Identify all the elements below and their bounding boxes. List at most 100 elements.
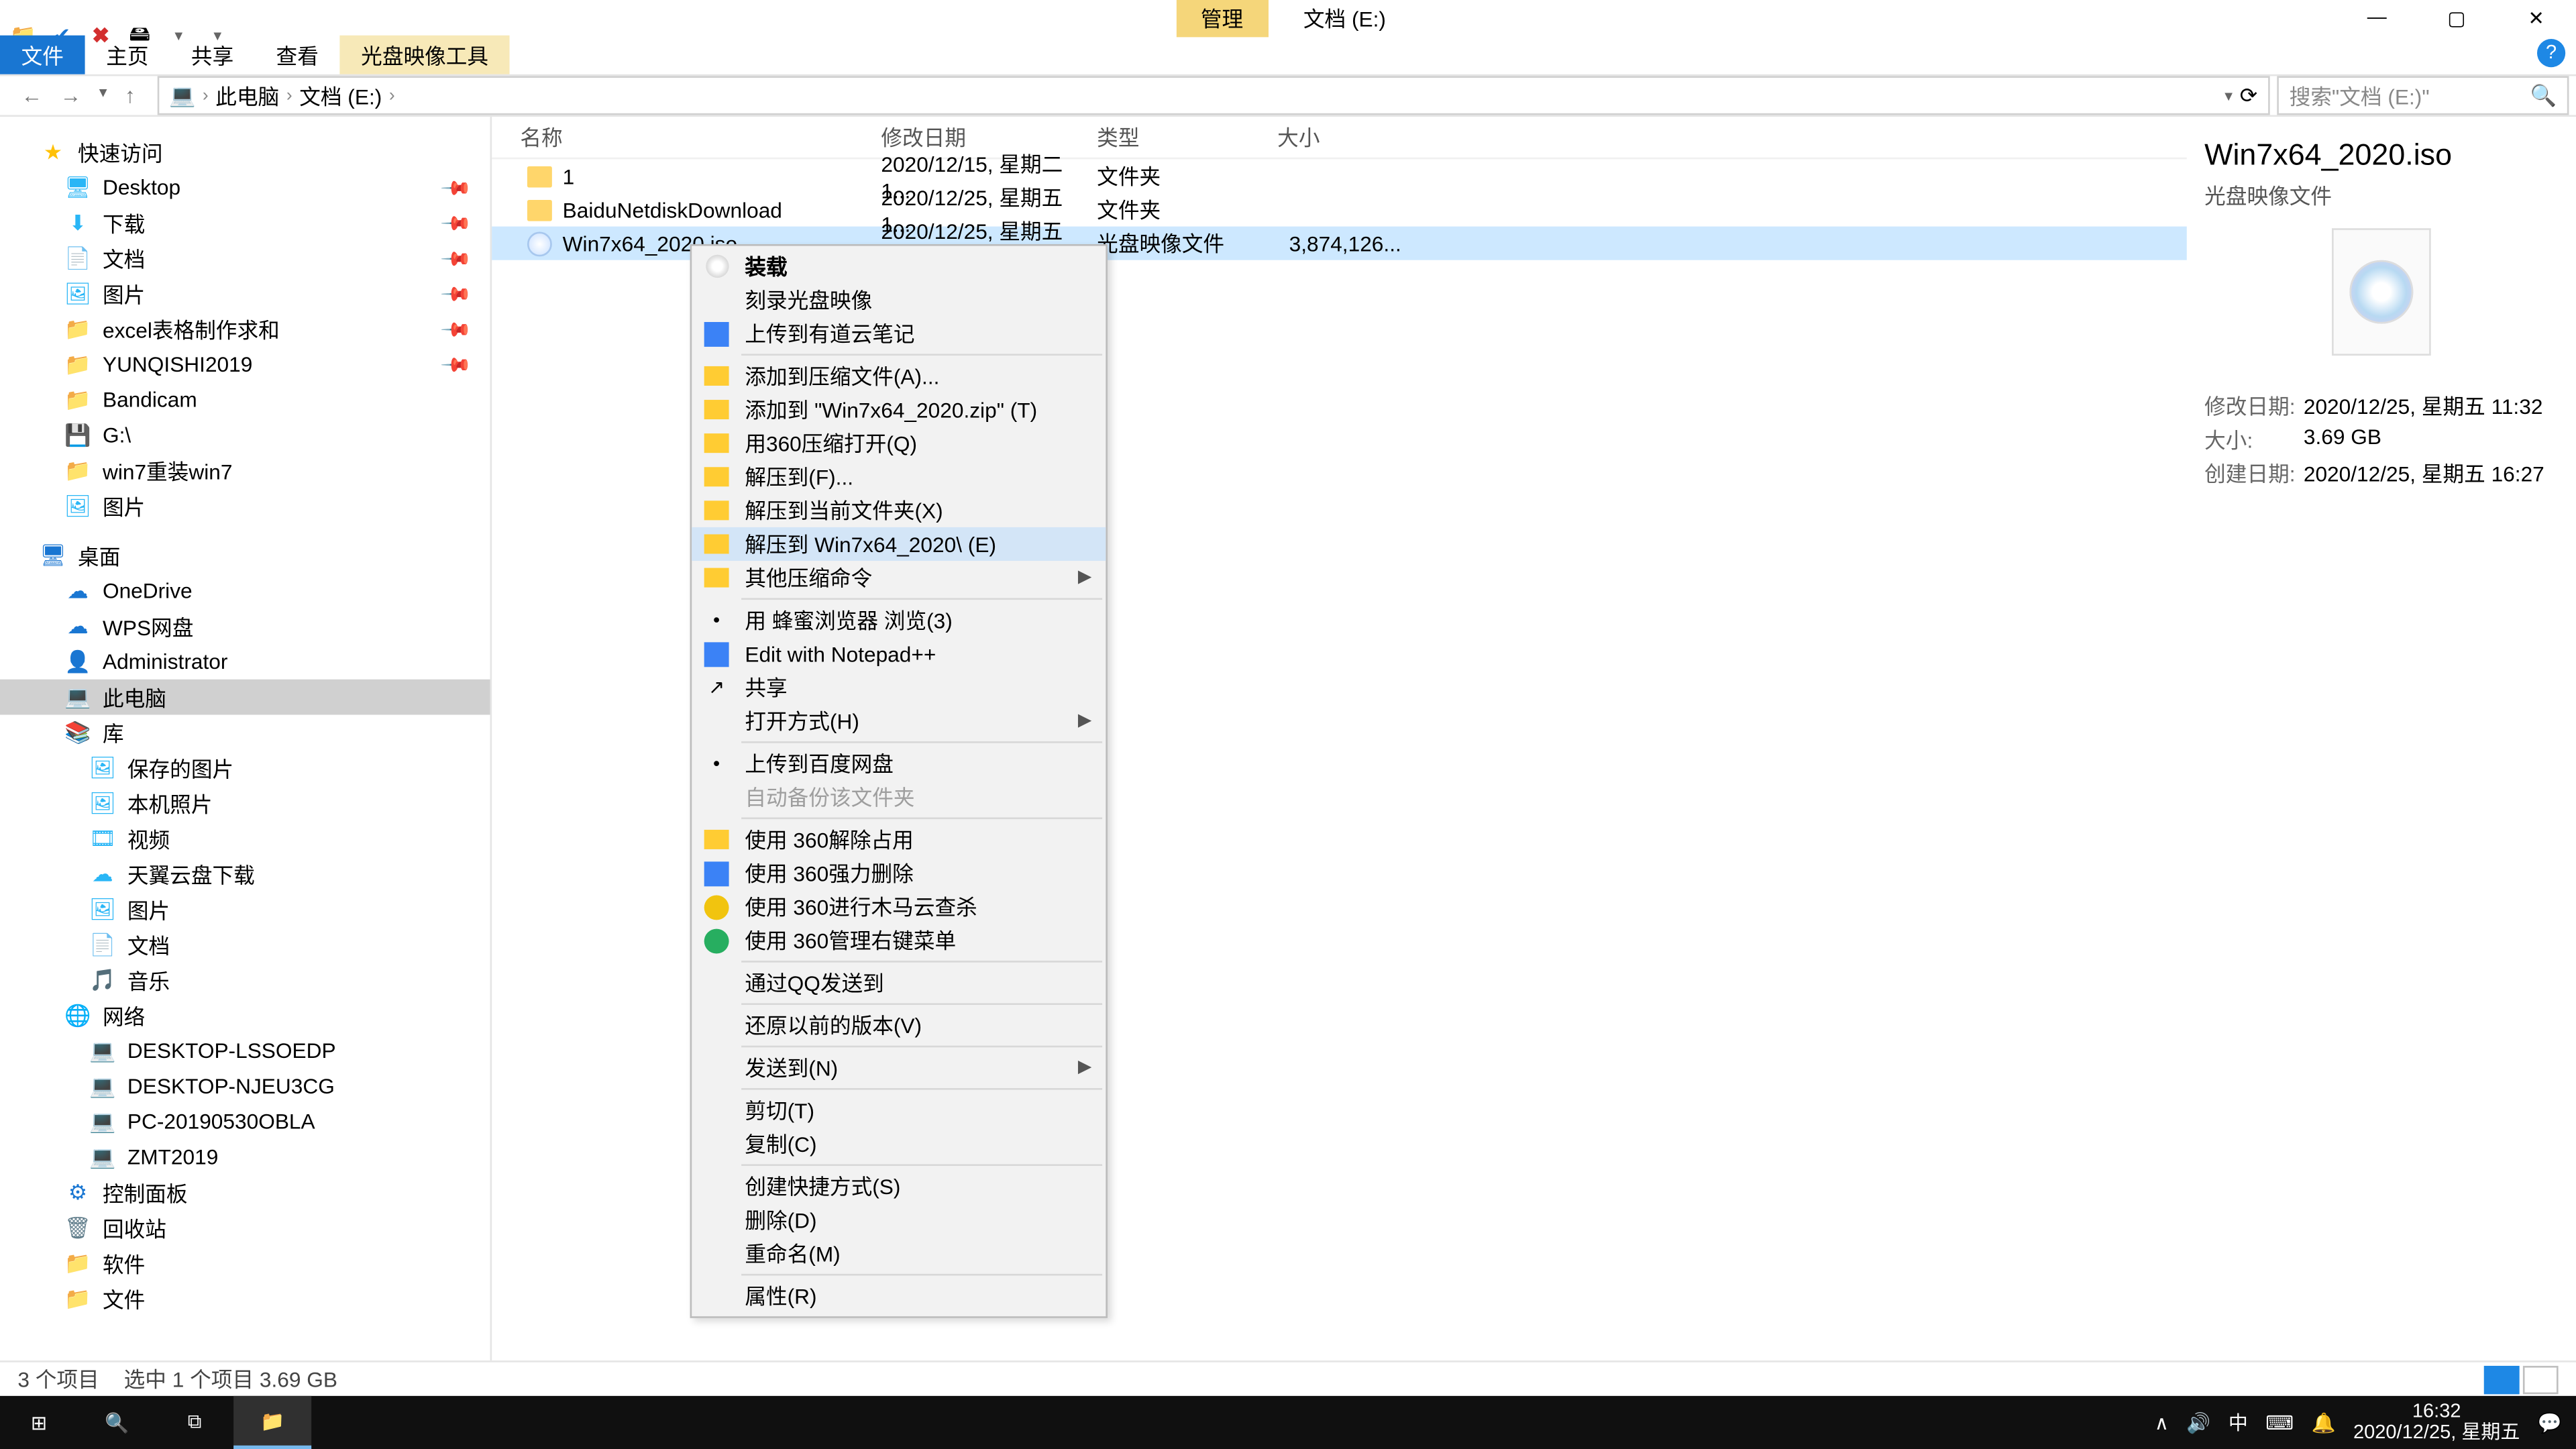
tree-item[interactable]: 📚库 — [0, 714, 490, 750]
context-menu-item[interactable]: 剪切(T) — [692, 1093, 1106, 1127]
taskbar-search-button[interactable]: 🔍 — [78, 1396, 156, 1449]
context-menu-item[interactable]: 发送到(N)▶ — [692, 1051, 1106, 1085]
tree-item[interactable]: 📁excel表格制作求和📌 — [0, 311, 490, 347]
tree-item[interactable]: 📄文档📌 — [0, 241, 490, 276]
tree-item[interactable]: 🎵音乐 — [0, 963, 490, 998]
context-menu-item[interactable]: 添加到 "Win7x64_2020.zip" (T) — [692, 392, 1106, 426]
ribbon-tab-disc-tools[interactable]: 光盘映像工具 — [340, 36, 510, 74]
context-menu-item[interactable]: 属性(R) — [692, 1279, 1106, 1313]
context-menu-item[interactable]: 创建快捷方式(S) — [692, 1169, 1106, 1203]
context-menu-item[interactable]: ↗共享 — [692, 671, 1106, 704]
column-date[interactable]: 修改日期 — [881, 122, 1097, 152]
tree-item[interactable]: 📁软件 — [0, 1246, 490, 1281]
tree-item[interactable]: 💻ZMT2019 — [0, 1139, 490, 1175]
context-menu-item[interactable]: 删除(D) — [692, 1203, 1106, 1236]
nav-back-button[interactable]: ← — [21, 83, 43, 108]
view-details-button[interactable] — [2484, 1365, 2520, 1393]
context-menu-item[interactable]: 复制(C) — [692, 1127, 1106, 1161]
context-menu-item[interactable]: 装载 — [692, 250, 1106, 283]
context-menu-item[interactable]: 用360压缩打开(Q) — [692, 427, 1106, 460]
context-menu-item[interactable]: 解压到当前文件夹(X) — [692, 494, 1106, 527]
ribbon-tab-share[interactable]: 共享 — [170, 36, 255, 74]
action-center-icon[interactable]: 💬 — [2538, 1411, 2562, 1434]
tree-item[interactable]: 💻DESKTOP-NJEU3CG — [0, 1069, 490, 1104]
context-menu-item[interactable]: 使用 360强力删除 — [692, 856, 1106, 890]
tree-item[interactable]: ☁WPS网盘 — [0, 608, 490, 644]
tree-item[interactable]: 🗑回收站 — [0, 1210, 490, 1246]
context-menu-item[interactable]: 刻录光盘映像 — [692, 283, 1106, 317]
tree-item[interactable]: ★快速访问 — [0, 134, 490, 170]
tree-item[interactable]: 💾G:\ — [0, 417, 490, 453]
search-placeholder: 搜索"文档 (E:)" — [2290, 80, 2430, 111]
context-menu-item[interactable]: 上传到有道云笔记 — [692, 317, 1106, 350]
tray-keyboard-icon[interactable]: ⌨ — [2265, 1411, 2294, 1434]
maximize-button[interactable]: ▢ — [2417, 0, 2497, 36]
nav-up-button[interactable]: ↑ — [125, 83, 136, 108]
tree-item[interactable]: 🖥桌面 — [0, 538, 490, 574]
ribbon-tab-view[interactable]: 查看 — [255, 36, 340, 74]
tray-ime-icon[interactable]: 中 — [2229, 1408, 2248, 1436]
column-size[interactable]: 大小 — [1277, 122, 1419, 152]
context-menu-item[interactable]: Edit with Notepad++ — [692, 637, 1106, 670]
context-menu-item[interactable]: •上传到百度网盘 — [692, 747, 1106, 780]
tree-item[interactable]: ☁OneDrive — [0, 574, 490, 609]
file-row[interactable]: BaiduNetdiskDownload2020/12/25, 星期五 1...… — [492, 193, 2187, 226]
column-type[interactable]: 类型 — [1097, 122, 1277, 152]
context-menu-item[interactable]: 解压到 Win7x64_2020\ (E) — [692, 527, 1106, 561]
minimize-button[interactable]: — — [2337, 0, 2417, 36]
tree-item[interactable]: 🖥Desktop📌 — [0, 170, 490, 205]
context-menu-item[interactable]: •用 蜂蜜浏览器 浏览(3) — [692, 603, 1106, 637]
nav-history-dropdown[interactable]: ▾ — [99, 83, 107, 108]
tree-item[interactable]: 💻PC-20190530OBLA — [0, 1104, 490, 1140]
tree-item[interactable]: 📁YUNQISHI2019📌 — [0, 347, 490, 382]
tree-item[interactable]: 🌐网络 — [0, 998, 490, 1033]
tree-item[interactable]: 🖼图片 — [0, 488, 490, 524]
view-icons-button[interactable] — [2523, 1365, 2559, 1393]
context-menu-item[interactable]: 添加到压缩文件(A)... — [692, 359, 1106, 392]
refresh-icon[interactable]: ⟳ — [2240, 83, 2258, 108]
ribbon-tab-home[interactable]: 主页 — [85, 36, 170, 74]
context-menu-item[interactable]: 使用 360管理右键菜单 — [692, 924, 1106, 957]
tree-item[interactable]: 🖼图片📌 — [0, 276, 490, 311]
taskbar-explorer-button[interactable]: 📁 — [233, 1396, 311, 1449]
tree-item[interactable]: 📄文档 — [0, 927, 490, 963]
tree-item[interactable]: 🖼本机照片 — [0, 786, 490, 821]
context-menu-item[interactable]: 通过QQ发送到 — [692, 966, 1106, 1000]
tree-item[interactable]: 📁文件 — [0, 1281, 490, 1316]
context-menu-item[interactable]: 解压到(F)... — [692, 460, 1106, 494]
tree-item[interactable]: ⬇下载📌 — [0, 205, 490, 241]
tree-item[interactable]: 🖼图片 — [0, 892, 490, 927]
tree-item[interactable]: 🎞视频 — [0, 821, 490, 857]
context-menu-item[interactable]: 其他压缩命令▶ — [692, 561, 1106, 594]
tree-item[interactable]: 💻此电脑 — [0, 680, 490, 715]
tray-notification-icon[interactable]: 🔔 — [2312, 1411, 2336, 1434]
nav-forward-button[interactable]: → — [60, 83, 82, 108]
close-button[interactable]: ✕ — [2496, 0, 2576, 36]
tree-item[interactable]: 📁Bandicam — [0, 382, 490, 418]
breadcrumb-dropdown[interactable]: ▾ — [2224, 86, 2233, 105]
breadcrumb-item[interactable]: 文档 (E:) — [299, 80, 382, 111]
column-name[interactable]: 名称 — [492, 122, 881, 152]
ribbon-tab-file[interactable]: 文件 — [0, 36, 85, 74]
context-menu-item[interactable]: 打开方式(H)▶ — [692, 704, 1106, 738]
help-icon[interactable]: ? — [2537, 39, 2565, 67]
breadcrumb[interactable]: 💻 › 此电脑 › 文档 (E:) › ▾ ⟳ — [156, 76, 2269, 115]
context-menu-item[interactable]: 还原以前的版本(V) — [692, 1008, 1106, 1042]
start-button[interactable]: ⊞ — [0, 1396, 78, 1449]
task-view-button[interactable]: ⧉ — [156, 1396, 233, 1449]
tree-item[interactable]: 📁win7重装win7 — [0, 453, 490, 488]
tray-overflow-icon[interactable]: ∧ — [2155, 1411, 2169, 1434]
tray-volume-icon[interactable]: 🔊 — [2186, 1411, 2210, 1434]
context-menu-item[interactable]: 使用 360进行木马云查杀 — [692, 890, 1106, 924]
context-menu-item[interactable]: 重命名(M) — [692, 1237, 1106, 1271]
breadcrumb-item[interactable]: 此电脑 — [215, 80, 279, 111]
tree-item[interactable]: 👤Administrator — [0, 644, 490, 680]
tree-item[interactable]: ☁天翼云盘下载 — [0, 856, 490, 892]
file-row[interactable]: 12020/12/15, 星期二 1...文件夹 — [492, 159, 2187, 193]
context-menu-item[interactable]: 使用 360解除占用 — [692, 822, 1106, 856]
tree-item[interactable]: 💻DESKTOP-LSSOEDP — [0, 1033, 490, 1069]
tree-item[interactable]: ⚙控制面板 — [0, 1175, 490, 1210]
tree-item[interactable]: 🖼保存的图片 — [0, 750, 490, 786]
taskbar-clock[interactable]: 16:32 2020/12/25, 星期五 — [2353, 1401, 2520, 1444]
search-input[interactable]: 搜索"文档 (E:)" 🔍 — [2277, 76, 2569, 115]
